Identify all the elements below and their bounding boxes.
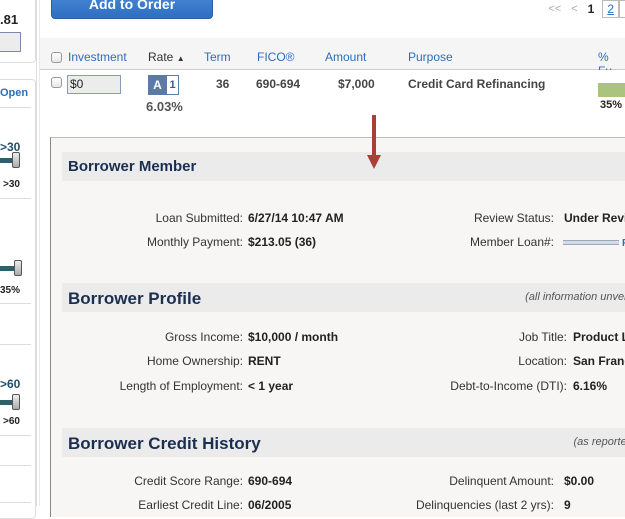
review-status-value: Under Revi	[564, 211, 625, 225]
sidebar-open-link[interactable]: Open	[0, 87, 28, 99]
column-header-rate[interactable]: Rate ▲	[148, 50, 185, 64]
funded-percent: 35%	[600, 99, 623, 111]
loan-purpose[interactable]: Credit Card Refinancing	[408, 77, 545, 91]
gross-income-label: Gross Income:	[164, 330, 243, 344]
table-header: Investment Rate ▲ Term FICO® Amount Purp…	[40, 38, 625, 78]
section-title: Borrower Credit History	[68, 434, 261, 453]
earliest-credit-line-label: Earliest Credit Line:	[138, 498, 243, 512]
table-row[interactable]: $0 A 1 6.03% 36 690-694 $7,000 Credit Ca…	[40, 70, 625, 125]
member-loan-label: Member Loan#:	[469, 235, 554, 249]
sidebar-balance-value: .81	[0, 12, 19, 27]
column-header-amount[interactable]: Amount	[325, 50, 366, 64]
loan-term: 36	[216, 77, 230, 91]
divider	[0, 303, 31, 304]
annotation-arrow-shaft	[372, 115, 376, 155]
column-header-investment[interactable]: Investment	[68, 50, 127, 64]
job-title-value: Product L	[573, 330, 625, 344]
select-all-checkbox[interactable]	[51, 52, 62, 63]
monthly-payment-label: Monthly Payment:	[146, 235, 243, 249]
dti-label: Debt-to-Income (DTI):	[450, 379, 567, 393]
prev-page-button[interactable]: <	[571, 3, 577, 15]
loan-submitted-value: 6/27/14 10:47 AM	[248, 211, 344, 225]
loan-amount: $7,000	[338, 77, 375, 91]
section-title: Borrower Member	[68, 158, 197, 175]
column-header-fico[interactable]: FICO®	[257, 50, 295, 64]
loan-grade: A	[149, 76, 166, 94]
investment-input[interactable]: $0	[67, 75, 121, 94]
column-header-term[interactable]: Term	[204, 50, 231, 64]
redacted-loan-number	[563, 240, 619, 246]
loan-grade-badge: A 1	[148, 75, 179, 95]
section-header-borrower-profile: Borrower Profile (all information unveri…	[62, 283, 625, 312]
fico-range: 690-694	[256, 77, 301, 91]
location-label: Location:	[518, 354, 567, 368]
section-title: Borrower Profile	[68, 289, 202, 308]
delinquencies-label: Delinquencies (last 2 yrs):	[415, 498, 554, 512]
slider-handle[interactable]	[14, 260, 22, 276]
section-note: (all information unverified	[525, 291, 625, 303]
slider-top-label: >60	[0, 377, 21, 391]
filter-sidebar: .81 Open >30 >30 35% >60 >60	[0, 0, 40, 519]
section-header-credit-history: Borrower Credit History (as reported b	[62, 428, 625, 457]
section-header-borrower-member: Borrower Member	[62, 152, 625, 181]
member-loan-link[interactable]: F	[563, 235, 625, 249]
gross-income-value: $10,000 / month	[248, 330, 339, 344]
loan-detail-panel: Borrower Member Loan Submitted: 6/27/14 …	[50, 137, 625, 517]
sidebar-amount-input[interactable]	[0, 32, 21, 52]
slider-handle[interactable]	[12, 394, 20, 410]
page-link-3[interactable]	[619, 0, 625, 18]
divider	[0, 465, 31, 466]
loan-subgrade: 1	[166, 76, 178, 94]
delinquencies-value: 9	[564, 498, 571, 512]
section-note: (as reported b	[573, 436, 625, 448]
home-ownership-value: RENT	[248, 354, 281, 368]
slider-bottom-label: >60	[3, 416, 20, 427]
credit-score-range-value: 690-694	[248, 474, 293, 488]
divider	[0, 107, 31, 108]
funded-progress-bar	[598, 83, 625, 97]
sidebar-border	[36, 0, 37, 506]
home-ownership-label: Home Ownership:	[146, 354, 243, 368]
add-to-order-button[interactable]: Add to Order	[51, 0, 213, 19]
interest-rate: 6.03%	[146, 99, 183, 114]
pagination: << < 1 2	[548, 0, 625, 18]
slider-handle[interactable]	[12, 152, 20, 168]
loan-submitted-label: Loan Submitted:	[155, 211, 243, 225]
delinquent-amount-label: Delinquent Amount:	[449, 474, 554, 488]
divider	[0, 435, 31, 436]
review-status-label: Review Status:	[473, 211, 554, 225]
dti-value: 6.16%	[573, 379, 608, 393]
column-header-rate-label: Rate	[148, 50, 174, 64]
location-value: San Franc	[573, 354, 625, 368]
employment-length-label: Length of Employment:	[119, 379, 243, 393]
divider	[0, 344, 31, 345]
column-header-purpose[interactable]: Purpose	[408, 50, 453, 64]
monthly-payment-value: $213.05 (36)	[248, 235, 317, 249]
annotation-arrow-down-icon	[367, 155, 381, 169]
credit-score-range-label: Credit Score Range:	[134, 474, 243, 488]
first-page-button[interactable]: <<	[548, 3, 561, 15]
page-link-2[interactable]: 2	[602, 0, 619, 18]
slider-bottom-label: 35%	[0, 285, 21, 296]
slider-track[interactable]	[0, 266, 14, 271]
row-checkbox[interactable]	[51, 77, 62, 88]
employment-length-value: < 1 year	[248, 379, 294, 393]
earliest-credit-line-value: 06/2005	[248, 498, 292, 512]
slider-bottom-label: >30	[3, 179, 20, 190]
sort-ascending-icon: ▲	[176, 54, 185, 63]
job-title-label: Job Title:	[518, 330, 567, 344]
main-content: Add to Order << < 1 2 Investment Rate ▲ …	[40, 0, 625, 517]
delinquent-amount-value: $0.00	[564, 474, 595, 488]
current-page: 1	[587, 2, 595, 16]
divider	[0, 198, 31, 199]
divider	[0, 502, 31, 503]
